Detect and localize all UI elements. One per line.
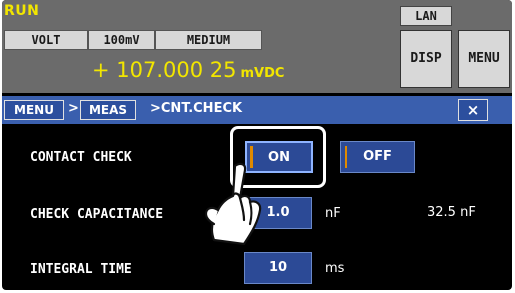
check-capacitance-unit: nF [325, 206, 341, 221]
pointing-hand-icon [204, 162, 262, 245]
run-status: RUN [4, 3, 40, 19]
integral-time-input[interactable]: 10 [244, 252, 312, 284]
close-icon: × [466, 101, 480, 119]
integral-time-unit: ms [325, 261, 345, 276]
measured-capacitance: 32.5 nF [427, 205, 476, 220]
breadcrumb-menu-button[interactable]: MENU [4, 100, 64, 120]
speed-indicator: MEDIUM [155, 30, 262, 50]
instrument-screen: RUN LAN VOLT 100mV MEDIUM DISP MENU + 10… [2, 0, 512, 290]
contact-check-label: CONTACT CHECK [30, 150, 132, 165]
measurement-reading: + 107.000 25 mVDC [92, 58, 284, 82]
reading-unit: mVDC [240, 66, 285, 81]
range-indicator: 100mV [88, 30, 155, 50]
menu-button[interactable]: MENU [458, 30, 510, 88]
breadcrumb-meas-button[interactable]: MEAS [80, 100, 136, 120]
disp-button[interactable]: DISP [400, 30, 452, 88]
breadcrumb: MENU > MEAS >CNT.CHECK × [2, 96, 512, 124]
lan-indicator: LAN [400, 6, 452, 26]
breadcrumb-current: >CNT.CHECK [150, 101, 243, 116]
contact-check-off-button[interactable]: OFF [340, 141, 415, 173]
check-capacitance-label: CHECK CAPACITANCE [30, 207, 164, 222]
breadcrumb-separator: > [68, 101, 79, 116]
integral-time-label: INTEGRAL TIME [30, 262, 132, 277]
close-button[interactable]: × [458, 99, 488, 121]
function-indicator: VOLT [4, 30, 88, 50]
reading-value: + 107.000 25 [92, 58, 237, 82]
status-panel: RUN LAN VOLT 100mV MEDIUM DISP MENU + 10… [2, 0, 512, 93]
